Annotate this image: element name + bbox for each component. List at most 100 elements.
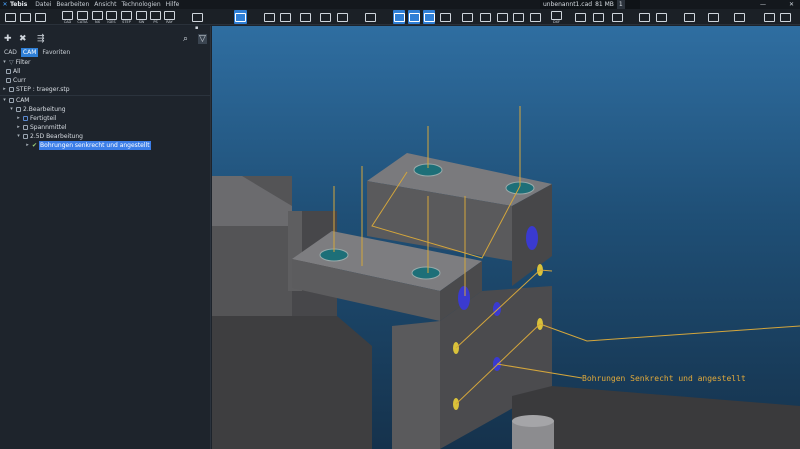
save-button[interactable]: [35, 10, 46, 24]
view-top-button[interactable]: [423, 10, 435, 24]
move-button[interactable]: [264, 10, 275, 24]
import-icon: [92, 10, 103, 20]
refresh-button[interactable]: [612, 10, 623, 24]
delete-icon[interactable]: ✖: [19, 34, 27, 44]
rotate-button[interactable]: [708, 10, 719, 24]
save-icon: [35, 12, 46, 22]
measure-button[interactable]: [764, 10, 775, 24]
view-side-button[interactable]: [408, 10, 420, 24]
hide-button[interactable]: [530, 10, 541, 24]
tree-item-cam[interactable]: ▾ CAM: [2, 96, 29, 105]
select-button[interactable]: [462, 10, 473, 24]
tree-item-spannmittel[interactable]: ▸ Spannmittel: [16, 123, 66, 132]
minimize-button[interactable]: —: [760, 0, 766, 9]
link-button[interactable]: [280, 10, 291, 24]
folder-icon: [6, 69, 11, 74]
cam-icon: [235, 12, 246, 22]
tree-item-step[interactable]: ▸ STEP : traeger.stp: [2, 85, 69, 94]
import-catia-button[interactable]: CATIA: [77, 10, 88, 24]
chevron-right-icon[interactable]: ▸: [16, 123, 21, 132]
cam-mode-button[interactable]: [234, 10, 247, 24]
search-icon[interactable]: ⌕: [183, 34, 188, 44]
simulate-icon: [337, 12, 348, 22]
import-sw-button[interactable]: SW: [136, 10, 147, 24]
import-step-button[interactable]: STEP: [121, 10, 132, 24]
undo-button[interactable]: [575, 10, 586, 24]
tree-divider: [0, 95, 211, 96]
tab-cad[interactable]: CAD: [2, 48, 19, 57]
cursor-icon: [513, 12, 524, 22]
redo-button[interactable]: [593, 10, 604, 24]
menu-ansicht[interactable]: Ansicht: [94, 0, 116, 9]
menu-datei[interactable]: Datei: [35, 0, 51, 9]
chevron-right-icon[interactable]: ▸: [2, 85, 7, 94]
menu-bearbeiten[interactable]: Bearbeiten: [56, 0, 89, 9]
panel-toolbar: ✚ ✖ ⇶ ⌕ ▽ ▪: [0, 25, 211, 48]
hole-side-3: [493, 302, 501, 316]
new-file-button[interactable]: [5, 10, 16, 24]
add-icon[interactable]: ✚: [4, 34, 12, 44]
import-nx-button[interactable]: NX: [92, 10, 103, 24]
file-size: 81 MB: [595, 1, 614, 8]
import-ps-button[interactable]: PS: [150, 10, 161, 24]
tree-item-2-5d-bearbeitung[interactable]: ▾ 2.5D Bearbeitung: [16, 132, 83, 141]
filter-icon[interactable]: ▽: [198, 34, 207, 44]
checkmark-icon: ✔: [32, 142, 38, 149]
grid-button[interactable]: [639, 10, 650, 24]
tree-item-curr[interactable]: Curr: [6, 76, 26, 85]
view-visibility-button[interactable]: [192, 10, 203, 24]
pin-icon[interactable]: ▪: [195, 25, 198, 31]
cursor-icon: [497, 12, 508, 22]
tree-item-fertigteil[interactable]: ▸ Fertigteil: [16, 114, 56, 123]
select-face-button[interactable]: [497, 10, 508, 24]
chevron-down-icon[interactable]: ▾: [2, 58, 7, 67]
rotate-icon: [708, 12, 719, 22]
machine-button[interactable]: [320, 10, 331, 24]
zoom-button[interactable]: [684, 10, 695, 24]
expand-icon: [656, 12, 667, 22]
tree-item-bearbeitung[interactable]: ▾ 2.Bearbeitung: [9, 105, 65, 114]
hole-front-2: [411, 266, 441, 280]
hole-side-2: [526, 226, 538, 250]
close-button[interactable]: ✕: [789, 0, 794, 9]
machine-icon: [320, 12, 331, 22]
3d-viewport[interactable]: Bohrungen Senkrecht und angestellt: [212, 26, 800, 449]
simulate-button[interactable]: [337, 10, 348, 24]
file-badge[interactable]: 1: [616, 0, 625, 9]
export-dxf-button[interactable]: DXF: [551, 10, 562, 24]
select-body-button[interactable]: [513, 10, 524, 24]
menu-technologien[interactable]: Technologien: [121, 0, 160, 9]
part-icon: [23, 116, 28, 121]
menu-hilfe[interactable]: Hilfe: [166, 0, 180, 9]
hole-side-1: [458, 286, 470, 310]
new-file-icon: [5, 12, 16, 22]
import-cad-button[interactable]: CAD: [62, 10, 73, 24]
monitor-icon: [365, 12, 376, 22]
tree-options-icon[interactable]: ⇶: [37, 34, 45, 44]
chevron-right-icon[interactable]: ▸: [25, 141, 30, 150]
pan-button[interactable]: [734, 10, 745, 24]
display-button[interactable]: [365, 10, 376, 24]
import-icon: [150, 10, 161, 20]
chevron-down-icon[interactable]: ▾: [16, 132, 21, 141]
import-iges-button[interactable]: IGES: [106, 10, 117, 24]
tool-button[interactable]: [300, 10, 311, 24]
chevron-down-icon[interactable]: ▾: [9, 105, 14, 114]
view-front-button[interactable]: [393, 10, 405, 24]
settings-button[interactable]: [780, 10, 791, 24]
tab-cam[interactable]: CAM: [20, 48, 39, 57]
import-ray-button[interactable]: RAY: [164, 10, 175, 24]
chevron-right-icon[interactable]: ▸: [16, 114, 21, 123]
tree-item-bohrungen[interactable]: ▸ ✔ Bohrungen senkrecht und angestellt: [25, 141, 151, 150]
operation-icon: [23, 134, 28, 139]
fit-view-button[interactable]: [656, 10, 667, 24]
export-icon: [551, 10, 562, 20]
tree-item-all[interactable]: All: [6, 67, 20, 76]
open-file-button[interactable]: [20, 10, 31, 24]
select-edge-button[interactable]: [480, 10, 491, 24]
tab-favoriten[interactable]: Favoriten: [40, 48, 72, 57]
view-iso-button[interactable]: [440, 10, 451, 24]
chevron-down-icon[interactable]: ▾: [2, 96, 7, 105]
fixture-icon: [23, 125, 28, 130]
filter-row[interactable]: ▾ ▽ Filter: [2, 58, 30, 67]
